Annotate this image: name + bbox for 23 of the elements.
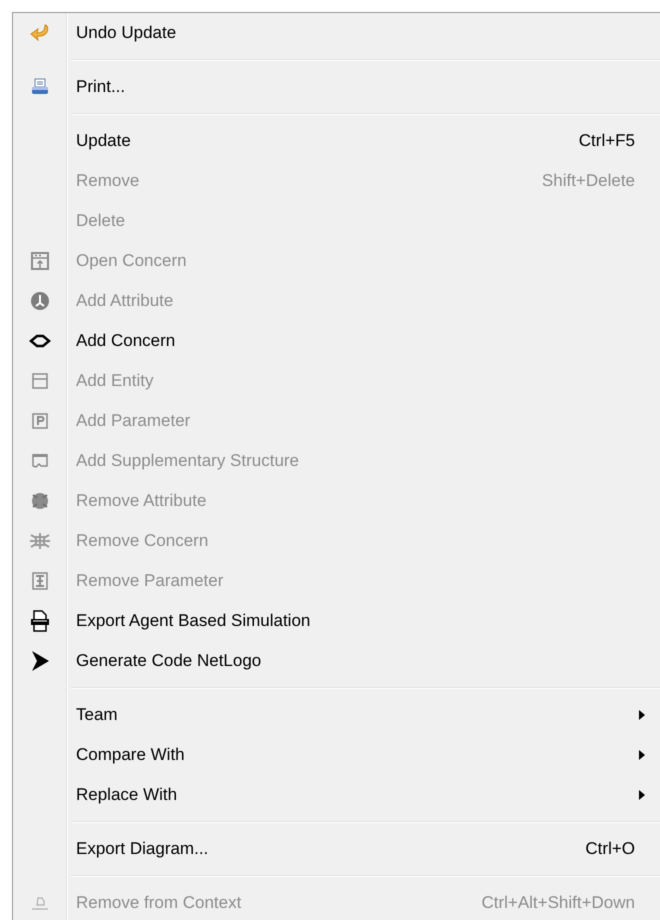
menu-item[interactable]: Undo Update xyxy=(13,13,660,53)
bug-icon xyxy=(28,531,50,551)
menu-item[interactable]: Team xyxy=(13,695,660,735)
menu-item[interactable]: Replace With xyxy=(13,775,660,815)
parameter-remove-icon xyxy=(30,571,50,591)
printer-icon xyxy=(30,77,50,97)
arrowhead-icon xyxy=(30,650,50,672)
menu-item[interactable]: Generate Code NetLogo xyxy=(13,641,660,681)
submenu-arrow-icon xyxy=(639,750,645,760)
menu-item[interactable]: Export Agent Based Simulation xyxy=(13,601,660,641)
flag-icon xyxy=(30,451,50,471)
menu-item[interactable]: Export Diagram... Ctrl+O xyxy=(13,829,660,869)
parameter-icon xyxy=(30,411,50,431)
menu-item[interactable]: Print... xyxy=(13,67,660,107)
diamond-icon xyxy=(28,334,50,348)
menu-item[interactable]: Add Concern xyxy=(13,321,660,361)
submenu-arrow-icon xyxy=(639,790,645,800)
menu-item[interactable]: Update Ctrl+F5 xyxy=(13,121,660,161)
menu-item[interactable]: Compare With xyxy=(13,735,660,775)
window-icon xyxy=(30,251,50,271)
undo-arrow-icon xyxy=(28,23,50,43)
table-icon xyxy=(30,371,50,391)
submenu-arrow-icon xyxy=(639,710,645,720)
